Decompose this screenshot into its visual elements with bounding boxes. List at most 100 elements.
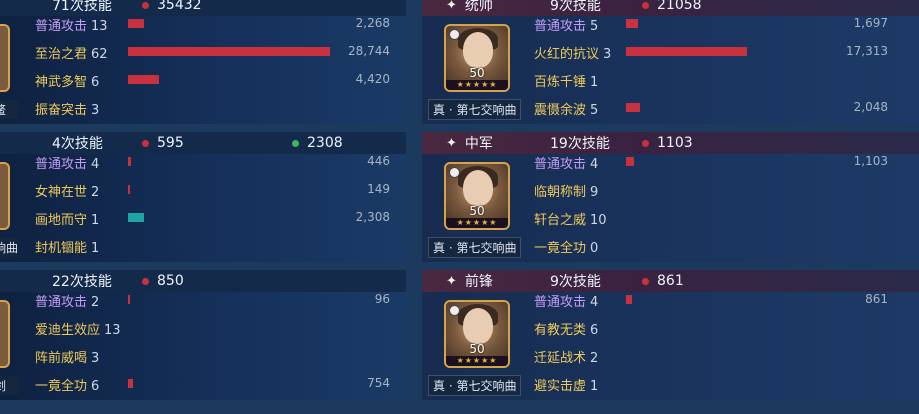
skill-name: 神武多智 6 bbox=[35, 71, 99, 90]
damage-stat: 850 bbox=[142, 273, 184, 289]
cast-count: 0 bbox=[590, 241, 599, 256]
skill-name: 一竟全功 0 bbox=[534, 237, 598, 256]
skill-row: 女神在世 2 149 bbox=[0, 178, 406, 201]
skill-row: 震慑余波 5 2,048 bbox=[422, 96, 919, 119]
dot-icon bbox=[642, 1, 649, 9]
left-report-panel: 4次技能 595 2308 响曲 普通攻击 4 446 女神在世 2 149 画地而守 1 2,308 封… bbox=[0, 132, 406, 262]
skill-label: 百炼千锤 bbox=[534, 75, 587, 90]
damage-bar bbox=[128, 19, 144, 28]
skill-name: 迁延战术 2 bbox=[534, 347, 598, 366]
dot-icon bbox=[642, 277, 649, 285]
skill-name: 阵前威喝 3 bbox=[35, 347, 99, 366]
skill-label: 普通攻击 bbox=[35, 157, 88, 172]
damage-bar bbox=[128, 379, 134, 388]
damage-amount: 2,268 bbox=[355, 16, 390, 30]
skill-label: 至治之君 bbox=[35, 47, 88, 62]
damage-bar bbox=[128, 185, 130, 194]
cast-count: 1 bbox=[91, 241, 100, 256]
damage-bar bbox=[626, 295, 633, 304]
sparkle-icon: ✦ bbox=[446, 273, 457, 289]
skill-row: 火红的抗议 3 17,313 bbox=[422, 40, 919, 63]
skill-row: 有教无类 6 bbox=[422, 316, 919, 339]
skill-name: 振奋突击 3 bbox=[35, 99, 99, 118]
skill-name: 至治之君 62 bbox=[35, 43, 108, 62]
skill-label: 普通攻击 bbox=[534, 295, 587, 310]
damage-stat: 1103 bbox=[642, 135, 693, 151]
damage-stat: 861 bbox=[642, 273, 684, 289]
damage-amount: 28,744 bbox=[348, 44, 390, 58]
cast-count: 13 bbox=[104, 323, 121, 338]
skill-label: 爱迪生效应 bbox=[35, 323, 101, 338]
skill-label: 轩台之威 bbox=[534, 213, 587, 228]
skill-label: 迁延战术 bbox=[534, 351, 587, 366]
skill-name: 普通攻击 4 bbox=[35, 153, 99, 172]
skill-row: 一竟全功 0 bbox=[422, 234, 919, 257]
heal-value: 2308 bbox=[307, 135, 343, 151]
damage-amount: 1,103 bbox=[853, 154, 888, 168]
cast-count: 13 bbox=[91, 19, 108, 34]
damage-bar bbox=[626, 19, 638, 28]
dot-icon bbox=[642, 139, 649, 147]
skill-row: 阵前威喝 3 bbox=[0, 344, 406, 367]
damage-stat: 595 bbox=[142, 135, 184, 151]
damage-amount: 96 bbox=[374, 292, 390, 306]
skill-row: 普通攻击 4 446 bbox=[0, 150, 406, 173]
skill-name: 普通攻击 4 bbox=[534, 291, 598, 310]
damage-value: 861 bbox=[657, 273, 684, 289]
damage-bar bbox=[128, 213, 145, 222]
damage-bar bbox=[128, 295, 130, 304]
skill-name: 普通攻击 5 bbox=[534, 15, 598, 34]
skill-label: 阵前威喝 bbox=[35, 351, 88, 366]
cast-count: 4 bbox=[590, 295, 599, 310]
skill-label: 临朝称制 bbox=[534, 185, 587, 200]
skill-row: 至治之君 62 28,744 bbox=[0, 40, 406, 63]
skill-row: 画地而守 1 2,308 bbox=[0, 206, 406, 229]
sparkle-icon: ✦ bbox=[446, 135, 457, 151]
cast-count: 1 bbox=[590, 75, 599, 90]
skill-name: 女神在世 2 bbox=[35, 181, 99, 200]
damage-amount: 754 bbox=[367, 376, 390, 390]
skill-label: 有教无类 bbox=[534, 323, 587, 338]
skill-name: 避实击虚 1 bbox=[534, 375, 598, 394]
damage-amount: 2,048 bbox=[853, 100, 888, 114]
skill-label: 画地而守 bbox=[35, 213, 88, 228]
skill-name: 震慑余波 5 bbox=[534, 99, 598, 118]
cast-count: 3 bbox=[91, 351, 100, 366]
skill-label: 普通攻击 bbox=[35, 19, 88, 34]
damage-amount: 446 bbox=[367, 154, 390, 168]
skill-label: 神武多智 bbox=[35, 75, 88, 90]
damage-value: 1103 bbox=[657, 135, 693, 151]
skill-name: 普通攻击 13 bbox=[35, 15, 108, 34]
damage-bar bbox=[128, 47, 330, 56]
skill-label: 一竟全功 bbox=[35, 379, 88, 394]
sparkle-icon: ✦ bbox=[446, 0, 457, 13]
skill-row: 百炼千锤 1 bbox=[422, 68, 919, 91]
skill-label: 避实击虚 bbox=[534, 379, 587, 394]
right-report-panel: ✦ 中军 19次技能 1103 50 ★★★★★ 真 · 第七交响曲 普通攻击 4 1,103 临朝… bbox=[422, 132, 919, 262]
skill-label: 振奋突击 bbox=[35, 103, 88, 118]
dot-icon bbox=[142, 139, 149, 147]
skill-row: 普通攻击 5 1,697 bbox=[422, 12, 919, 35]
damage-amount: 149 bbox=[367, 182, 390, 196]
skill-label: 火红的抗议 bbox=[534, 47, 600, 62]
cast-count: 6 bbox=[590, 323, 599, 338]
damage-bar bbox=[128, 75, 160, 84]
damage-amount: 17,313 bbox=[846, 44, 888, 58]
skill-row: 爱迪生效应 13 bbox=[0, 316, 406, 339]
left-report-panel: 71次技能 35432 鳌普通攻击 13 2,268 至治之君 62 28,744 神武多智 6 4… bbox=[0, 0, 406, 124]
cast-count: 2 bbox=[91, 185, 100, 200]
skill-label: 震慑余波 bbox=[534, 103, 587, 118]
cast-count: 1 bbox=[590, 379, 599, 394]
skill-row: 普通攻击 13 2,268 bbox=[0, 12, 406, 35]
skill-name: 爱迪生效应 13 bbox=[35, 319, 121, 338]
damage-amount: 1,697 bbox=[853, 16, 888, 30]
skill-row: 普通攻击 4 861 bbox=[422, 288, 919, 311]
cast-count: 3 bbox=[603, 47, 612, 62]
damage-bar bbox=[626, 157, 634, 166]
skill-label: 一竟全功 bbox=[534, 241, 587, 256]
skill-name: 火红的抗议 3 bbox=[534, 43, 611, 62]
dot-icon bbox=[142, 277, 149, 285]
skill-name: 临朝称制 9 bbox=[534, 181, 598, 200]
cast-count: 6 bbox=[91, 379, 100, 394]
skill-name: 百炼千锤 1 bbox=[534, 71, 598, 90]
